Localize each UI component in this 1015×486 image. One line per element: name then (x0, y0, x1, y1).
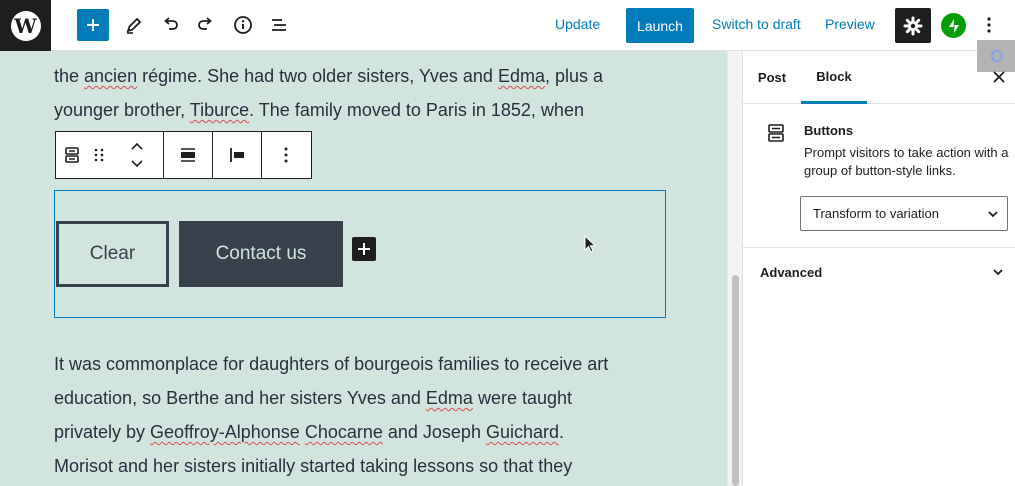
block-toolbar (55, 131, 312, 179)
advanced-panel-label: Advanced (760, 265, 823, 280)
tools-button[interactable] (121, 12, 147, 38)
editor-top-toolbar: W Update Launch Switch to draft Preview (0, 0, 1015, 51)
tab-post[interactable]: Post (743, 51, 801, 104)
settings-button[interactable] (895, 8, 931, 43)
paragraph-line: the ancien régime. She had two older sis… (54, 59, 694, 93)
chevron-up-down-icon (131, 142, 143, 168)
update-button[interactable]: Update (555, 16, 600, 32)
editor-scrollbar[interactable] (727, 51, 742, 486)
text-segment: education, so Berthe and her sisters Yve… (54, 388, 426, 408)
block-options-button[interactable] (262, 132, 310, 178)
jetpack-icon (948, 18, 959, 33)
plus-icon (87, 19, 99, 31)
misspelled-word: Geoffroy-Alphonse (150, 422, 300, 442)
buttons-block[interactable]: Clear Contact us (54, 190, 666, 318)
list-view-button[interactable] (266, 12, 292, 38)
paragraph-line: It was commonplace for daughters of bour… (54, 347, 694, 381)
drag-handle[interactable] (87, 132, 111, 178)
list-view-icon (272, 19, 286, 31)
buttons-block-icon (768, 124, 784, 142)
paragraph-line: privately by Geoffroy-Alphonse Chocarne … (54, 415, 694, 449)
editor-canvas[interactable]: the ancien régime. She had two older sis… (0, 51, 727, 486)
block-toolbar-group-more (262, 132, 310, 178)
align-wide-icon (181, 148, 195, 162)
misspelled-word: Tiburce (189, 100, 250, 120)
transform-select-value: Transform to variation (813, 206, 939, 221)
info-icon (234, 16, 252, 34)
close-icon (993, 71, 1005, 83)
misspelled-word: Chocarne (304, 422, 383, 442)
tab-block[interactable]: Block (801, 51, 867, 104)
block-card-title: Buttons (804, 123, 854, 138)
more-vertical-icon (987, 17, 991, 33)
block-toolbar-group-parent (56, 132, 164, 178)
buttons-block-icon (64, 147, 79, 163)
paragraph-line: Morisot and her sisters initially starte… (54, 449, 694, 483)
plus-icon (358, 243, 370, 255)
wordpress-logo-button[interactable]: W (0, 0, 51, 51)
text-segment: . The family moved to Paris in 1852, whe… (249, 100, 584, 120)
block-toolbar-group-align (164, 132, 213, 178)
block-card-description: Prompt visitors to take action with a gr… (804, 145, 1009, 178)
wordpress-logo-icon: W (10, 10, 41, 41)
text-segment: and Joseph (382, 422, 486, 442)
jetpack-button[interactable] (941, 13, 966, 38)
inline-add-block-button[interactable] (352, 237, 376, 261)
text-segment: Morisot and her sisters initially starte… (54, 456, 573, 476)
text-segment: It was commonplace for daughters of bour… (54, 354, 609, 374)
clear-button[interactable]: Clear (56, 221, 169, 287)
block-card: Buttons Prompt visitors to take action w… (743, 104, 1015, 248)
mouse-cursor-icon (584, 235, 596, 253)
pencil-icon (126, 17, 142, 34)
redo-icon (198, 17, 212, 30)
justify-button[interactable] (213, 132, 261, 178)
close-sidebar-button[interactable] (990, 68, 1008, 86)
more-vertical-icon (284, 147, 288, 163)
text-segment: were taught (472, 388, 572, 408)
block-type-button[interactable] (56, 132, 87, 178)
misspelled-word: Edma (497, 66, 545, 86)
contact-us-button[interactable]: Contact us (179, 221, 343, 287)
paragraph-line: education, so Berthe and her sisters Yve… (54, 381, 694, 415)
undo-icon (164, 17, 178, 30)
drag-handle-icon (94, 148, 104, 162)
chevron-down-icon (988, 211, 998, 218)
scrollbar-thumb[interactable] (732, 275, 739, 486)
text-segment: the (54, 66, 85, 86)
move-up-down-buttons[interactable] (111, 132, 163, 178)
launch-button[interactable]: Launch (626, 8, 694, 43)
redo-button[interactable] (193, 12, 219, 38)
paragraph-block-2[interactable]: It was commonplace for daughters of bour… (54, 347, 694, 483)
block-toolbar-group-justify (213, 132, 262, 178)
misspelled-word: Guichard (485, 422, 559, 442)
details-button[interactable] (230, 12, 256, 38)
transform-to-variation-select[interactable]: Transform to variation (800, 196, 1008, 231)
paragraph-line: younger brother, Tiburce. The family mov… (54, 93, 694, 127)
chevron-down-icon (993, 269, 1003, 276)
text-segment: privately by (54, 422, 151, 442)
text-segment: régime. She had two older sisters, Yves … (137, 66, 498, 86)
paragraph-block-1[interactable]: the ancien régime. She had two older sis… (54, 59, 694, 127)
settings-sidebar: Post Block Buttons Prompt visitors to ta… (742, 40, 1015, 486)
undo-button[interactable] (157, 12, 183, 38)
text-segment: younger brother, (54, 100, 190, 120)
sidebar-tabs: Post Block (743, 40, 1015, 104)
preview-button[interactable]: Preview (825, 16, 875, 32)
text-segment: , plus a (544, 66, 604, 86)
text-segment: . (559, 422, 565, 442)
options-menu-button[interactable] (976, 12, 1002, 38)
misspelled-word: Edma (425, 388, 473, 408)
gear-icon (903, 16, 923, 35)
switch-to-draft-button[interactable]: Switch to draft (712, 16, 801, 32)
justify-left-icon (230, 148, 244, 162)
misspelled-word: ancien (84, 66, 138, 86)
align-button[interactable] (164, 132, 212, 178)
add-block-button[interactable] (77, 9, 109, 41)
advanced-panel-toggle[interactable]: Advanced (743, 248, 1015, 296)
